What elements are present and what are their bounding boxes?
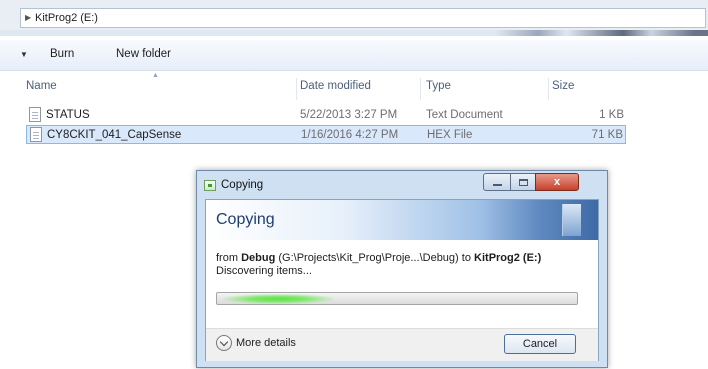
more-details-link[interactable]: More details <box>236 337 296 349</box>
from-prefix: from <box>216 252 238 264</box>
destination-name[interactable]: KitProg2 (E:) <box>474 252 541 264</box>
source-path: (G:\Projects\Kit_Prog\Proje...\Debug) <box>278 252 459 264</box>
caret-down-icon[interactable]: ▼ <box>20 50 28 59</box>
column-header-type[interactable]: Type <box>426 80 451 100</box>
hex-file-icon <box>30 127 42 142</box>
maximize-icon <box>519 179 528 186</box>
file-row[interactable]: STATUS 5/22/2013 3:27 PM Text Document 1… <box>26 106 626 125</box>
file-name: STATUS <box>46 109 90 121</box>
file-type: Text Document <box>426 109 503 121</box>
file-row-selected[interactable]: CY8CKIT_041_CapSense 1/16/2016 4:27 PM H… <box>26 125 626 144</box>
column-header-size[interactable]: Size <box>552 80 574 100</box>
file-size: 1 KB <box>599 109 624 121</box>
dialog-body: Copying from Debug (G:\Projects\Kit_Prog… <box>205 199 599 361</box>
source-name[interactable]: Debug <box>241 252 275 264</box>
column-divider[interactable] <box>548 78 549 100</box>
file-name: CY8CKIT_041_CapSense <box>47 129 182 141</box>
maximize-button[interactable] <box>510 173 536 191</box>
text-file-icon <box>29 107 41 122</box>
chevron-down-circle-icon[interactable] <box>216 335 232 351</box>
new-folder-button[interactable]: New folder <box>116 48 171 60</box>
dialog-title: Copying <box>221 179 264 191</box>
column-header-date[interactable]: Date modified <box>300 80 371 100</box>
address-path[interactable]: KitProg2 (E:) <box>35 12 98 24</box>
file-size: 71 KB <box>591 129 623 141</box>
copy-source-line: from Debug (G:\Projects\Kit_Prog\Proje..… <box>216 252 596 264</box>
file-type: HEX File <box>427 129 473 141</box>
column-divider[interactable] <box>296 78 297 100</box>
column-header-name[interactable]: Name <box>26 80 57 100</box>
copy-status: Discovering items... <box>216 265 312 277</box>
column-divider[interactable] <box>420 78 421 100</box>
dialog-footer: More details Cancel <box>206 328 598 361</box>
dialog-heading: Copying <box>216 211 275 228</box>
minimize-icon <box>493 184 502 186</box>
progress-bar <box>216 292 578 305</box>
file-date: 5/22/2013 3:27 PM <box>300 109 398 121</box>
copy-dialog: Copying x Copying from Debug (G:\Project… <box>196 170 608 368</box>
close-button[interactable]: x <box>535 173 579 191</box>
copy-dialog-icon <box>204 180 216 191</box>
progress-indicator <box>223 294 333 304</box>
burn-button[interactable]: Burn <box>50 48 74 60</box>
minimize-button[interactable] <box>483 173 511 191</box>
header-decoration <box>562 204 581 236</box>
address-bar-region: ▶ KitProg2 (E:) <box>0 0 708 34</box>
dialog-header: Copying <box>206 200 598 240</box>
sort-ascending-icon: ▲ <box>152 72 159 79</box>
close-icon: x <box>553 176 561 188</box>
toolbar: ▼ Burn New folder <box>0 40 708 71</box>
file-date: 1/16/2016 4:27 PM <box>301 129 399 141</box>
caret-right-icon[interactable]: ▶ <box>25 13 31 22</box>
address-bar-glass <box>0 30 708 36</box>
address-bar[interactable]: ▶ KitProg2 (E:) <box>20 8 706 28</box>
window-controls: x <box>483 173 601 191</box>
cancel-button[interactable]: Cancel <box>504 334 576 354</box>
to-word: to <box>461 252 471 264</box>
